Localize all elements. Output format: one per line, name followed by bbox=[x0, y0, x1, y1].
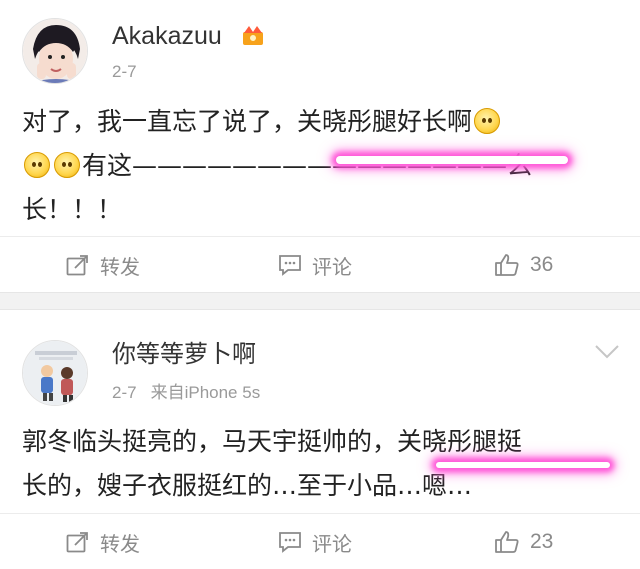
like-icon bbox=[495, 254, 519, 276]
post-date: 2-7 bbox=[112, 62, 137, 81]
comment-label: 评论 bbox=[312, 531, 352, 556]
like-count: 23 bbox=[530, 530, 554, 553]
emoji-icon bbox=[24, 152, 50, 178]
like-button[interactable]: 36 bbox=[494, 237, 553, 293]
text-segment: 对了，我一直忘了说了，关晓彤腿好长啊 bbox=[22, 107, 473, 136]
emoji-icon bbox=[474, 108, 501, 134]
pink-highlight-mark bbox=[436, 462, 610, 468]
highlighted-text: 长的 bbox=[22, 471, 73, 500]
comment-button[interactable]: 评论 bbox=[278, 514, 352, 569]
repost-icon bbox=[66, 255, 88, 276]
text-segment: 郭冬临头挺亮的，马天宇挺帅的， bbox=[22, 427, 398, 456]
comment-button[interactable]: 评论 bbox=[278, 237, 352, 293]
avatar[interactable] bbox=[22, 340, 88, 406]
avatar-image bbox=[23, 19, 87, 83]
chevron-down-icon[interactable] bbox=[594, 344, 620, 360]
weibo-post: 你等等萝卜啊 2-7 来自iPhone 5s 郭冬临头挺亮的，马天宇挺帅的，关晓彤… bbox=[0, 310, 640, 569]
like-count: 36 bbox=[530, 253, 554, 276]
like-icon bbox=[495, 531, 519, 553]
text-line: 对了，我一直忘了说了，关晓彤腿好长啊 bbox=[22, 100, 622, 144]
post-divider bbox=[0, 292, 640, 310]
text-line: 有这———————————————么 bbox=[22, 144, 622, 188]
avatar[interactable] bbox=[22, 18, 88, 84]
avatar-image bbox=[23, 341, 87, 405]
emoji-icon bbox=[54, 152, 80, 178]
highlighted-text: 关晓彤腿挺 bbox=[397, 427, 523, 456]
pink-highlight-mark bbox=[336, 156, 568, 164]
repost-label: 转发 bbox=[100, 254, 140, 279]
text-segment: 有这—————— bbox=[82, 151, 283, 180]
username[interactable]: Akakazuu bbox=[112, 22, 222, 51]
text-segment: ，嫂子衣服挺红的…至于小品…嗯… bbox=[72, 471, 473, 500]
post-meta: 2-7 来自iPhone 5s bbox=[112, 378, 274, 403]
comment-icon bbox=[279, 255, 301, 276]
post-text: 对了，我一直忘了说了，关晓彤腿好长啊 有这———————————————么 长！… bbox=[22, 100, 622, 232]
badge-icon bbox=[243, 26, 263, 45]
text-segment: 长！！！ bbox=[22, 195, 123, 224]
action-bar: 转发 评论 36 bbox=[0, 236, 640, 292]
repost-button[interactable]: 转发 bbox=[66, 237, 140, 293]
text-line: 长！！！ bbox=[22, 188, 622, 232]
weibo-post: Akakazuu 2-7 对了，我一直忘了说了，关晓彤腿好长啊 有这——————… bbox=[0, 0, 640, 292]
post-source[interactable]: 来自iPhone 5s bbox=[151, 383, 261, 402]
repost-button[interactable]: 转发 bbox=[66, 514, 140, 569]
post-date: 2-7 bbox=[112, 383, 137, 402]
text-line: 郭冬临头挺亮的，马天宇挺帅的，关晓彤腿挺 bbox=[22, 420, 622, 464]
like-button[interactable]: 23 bbox=[494, 514, 553, 569]
comment-label: 评论 bbox=[312, 254, 352, 279]
username[interactable]: 你等等萝卜啊 bbox=[112, 334, 256, 369]
action-bar: 转发 评论 23 bbox=[0, 513, 640, 569]
repost-icon bbox=[66, 532, 88, 553]
post-meta: 2-7 bbox=[112, 62, 151, 82]
text-line: 长的，嫂子衣服挺红的…至于小品…嗯… bbox=[22, 464, 622, 508]
repost-label: 转发 bbox=[100, 531, 140, 556]
comment-icon bbox=[279, 532, 301, 553]
